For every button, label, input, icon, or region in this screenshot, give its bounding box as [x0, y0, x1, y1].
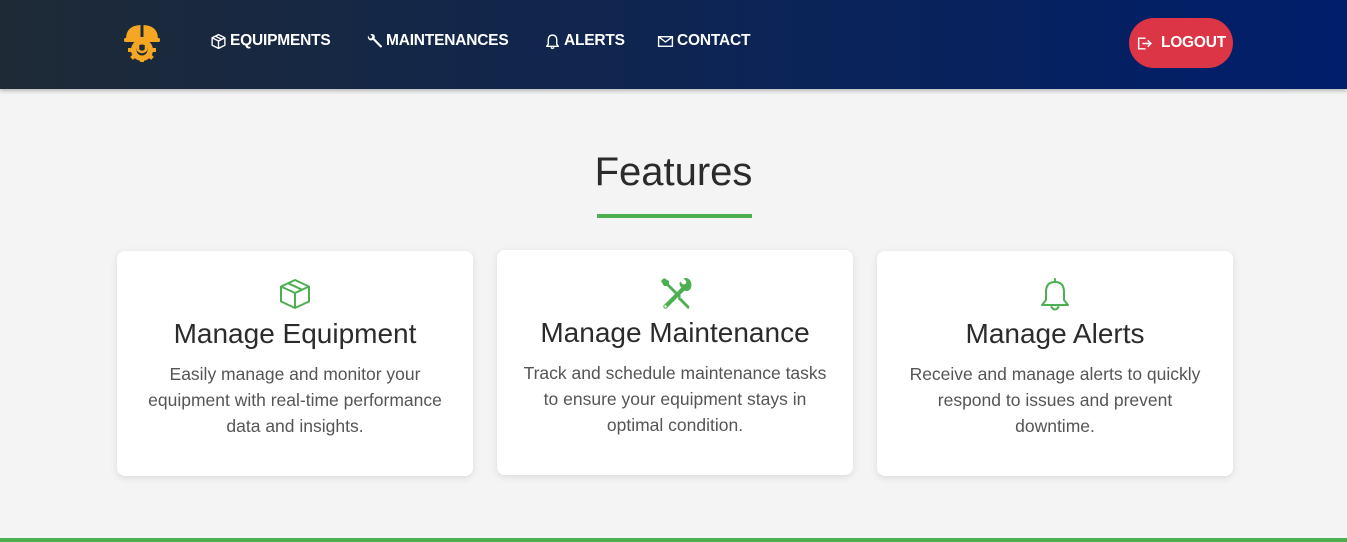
feature-card-alerts: Manage Alerts Receive and manage alerts …: [877, 251, 1233, 476]
feature-card-maintenance: Manage Maintenance Track and schedule ma…: [497, 250, 853, 475]
box-icon: [211, 33, 226, 49]
bell-icon: [545, 33, 560, 49]
bell-icon: [1037, 276, 1073, 312]
feature-card-equipment: Manage Equipment Easily manage and monit…: [117, 251, 473, 476]
nav-equipments[interactable]: EQUIPMENTS: [210, 30, 331, 52]
card-description: Easily manage and monitor your equipment…: [148, 364, 442, 436]
box-icon: [277, 276, 313, 312]
wrench-icon: [367, 33, 382, 48]
card-title: Manage Maintenance: [540, 317, 810, 348]
nav-equipments-label: EQUIPMENTS: [230, 32, 331, 49]
card-description: Track and schedule maintenance tasks to …: [523, 363, 827, 435]
footer-border: [0, 538, 1347, 542]
nav-contact[interactable]: CONTACT: [657, 30, 750, 52]
nav-maintenances-label: MAINTENANCES: [386, 32, 509, 49]
features-title: Features: [594, 150, 753, 194]
logout-label: LOGOUT: [1160, 34, 1227, 51]
top-navbar: EQUIPMENTS MAINTENANCES ALERTS CONTACT L…: [0, 0, 1347, 89]
tools-icon: [657, 275, 693, 311]
card-title: Manage Alerts: [965, 318, 1145, 349]
card-description: Receive and manage alerts to quickly res…: [909, 364, 1201, 436]
nav-contact-label: CONTACT: [677, 32, 751, 49]
nav-maintenances[interactable]: MAINTENANCES: [366, 30, 509, 52]
title-underline: [597, 214, 752, 218]
card-title: Manage Equipment: [173, 318, 417, 349]
nav-alerts-label: ALERTS: [564, 32, 625, 49]
logout-icon: [1137, 36, 1152, 50]
logo-icon[interactable]: [122, 22, 162, 62]
envelope-icon: [657, 35, 674, 47]
logout-button[interactable]: LOGOUT: [1129, 18, 1233, 68]
nav-alerts[interactable]: ALERTS: [544, 30, 625, 52]
